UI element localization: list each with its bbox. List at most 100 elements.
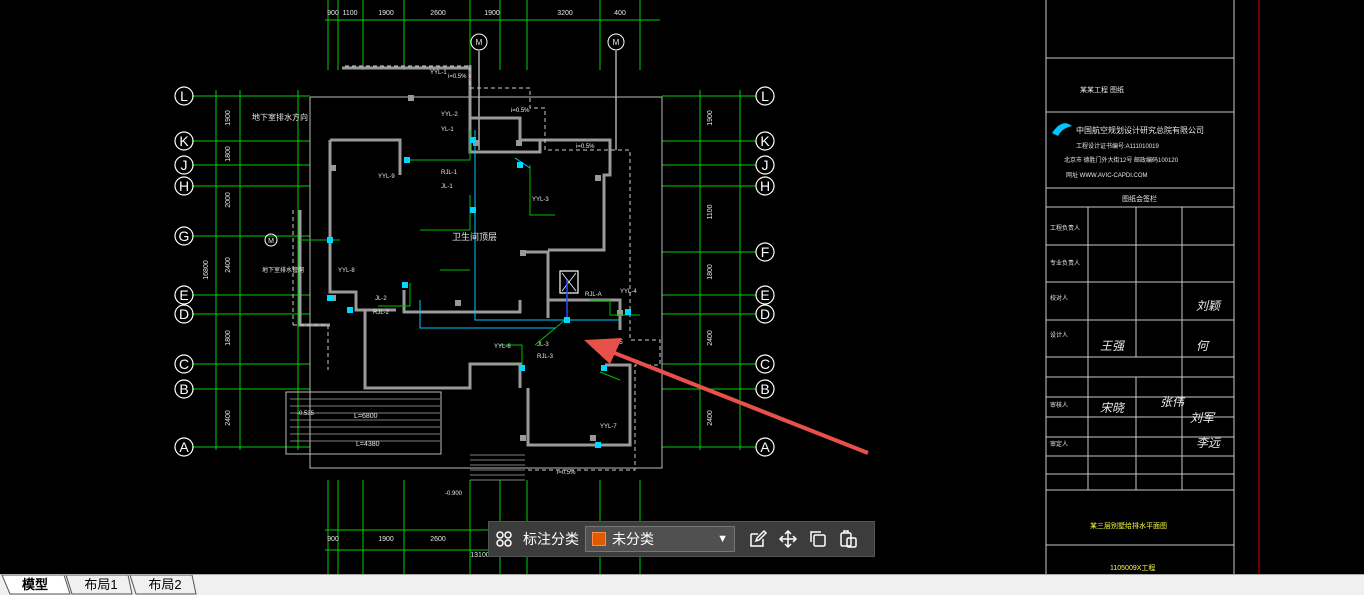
svg-text:1800: 1800 xyxy=(225,146,232,162)
svg-text:审核人: 审核人 xyxy=(1050,401,1068,409)
svg-text:卫生间顶层: 卫生间顶层 xyxy=(452,231,497,242)
svg-text:M: M xyxy=(613,38,620,47)
svg-text:YYL-9: YYL-9 xyxy=(378,174,395,180)
axis-label: F xyxy=(761,244,770,260)
axis-label: H xyxy=(179,178,189,194)
svg-text:地下室排水方向: 地下室排水方向 xyxy=(252,112,308,122)
svg-text:RJL-A: RJL-A xyxy=(585,292,602,298)
svg-text:刘颖: 刘颖 xyxy=(1196,299,1222,313)
svg-text:YYL-1: YYL-1 xyxy=(430,70,447,76)
chevron-down-icon: ▼ xyxy=(717,533,728,545)
svg-text:宋晓: 宋晓 xyxy=(1100,401,1126,415)
svg-text:2600: 2600 xyxy=(430,536,446,543)
svg-text:JL-2: JL-2 xyxy=(375,296,387,302)
annotation-arrow[interactable] xyxy=(584,338,869,455)
svg-text:YYL-2: YYL-2 xyxy=(441,112,458,118)
svg-text:图纸会签栏: 图纸会签栏 xyxy=(1122,194,1157,203)
svg-text:2400: 2400 xyxy=(225,410,232,426)
svg-text:某某工程 图纸: 某某工程 图纸 xyxy=(1080,85,1124,94)
svg-text:工程负责人: 工程负责人 xyxy=(1050,224,1080,232)
svg-text:1900: 1900 xyxy=(378,536,394,543)
svg-text:1900: 1900 xyxy=(484,10,500,17)
title-block xyxy=(1045,0,1260,574)
svg-text:YYL-3: YYL-3 xyxy=(532,197,549,203)
cad-canvas[interactable]: 某某工程 图纸中国航空规划设计研究总院有限公司 工程设计证书编号:A1110100… xyxy=(0,0,1364,574)
svg-text:JL-1: JL-1 xyxy=(441,184,453,190)
svg-text:1105009X工程: 1105009X工程 xyxy=(1110,563,1155,572)
paste-icon[interactable] xyxy=(833,524,863,554)
copy-icon[interactable] xyxy=(803,524,833,554)
svg-text:M: M xyxy=(476,38,483,47)
svg-text:-0.535: -0.535 xyxy=(297,411,315,417)
svg-text:1900: 1900 xyxy=(225,110,232,126)
axis-label: L xyxy=(761,88,769,104)
svg-text:中国航空规划设计研究总院有限公司: 中国航空规划设计研究总院有限公司 xyxy=(1076,125,1204,135)
category-select-value: 未分类 xyxy=(612,531,654,547)
axis-label: A xyxy=(760,439,770,455)
layout-tab-bar: 模型 布局1 布局2 xyxy=(0,574,1364,595)
svg-text:某三层别墅给排水平面图: 某三层别墅给排水平面图 xyxy=(1090,521,1167,530)
tab-model[interactable]: 模型 xyxy=(12,575,58,594)
svg-text:何: 何 xyxy=(1196,339,1210,353)
svg-text:YYL-6: YYL-6 xyxy=(494,344,511,350)
axis-label: K xyxy=(760,133,770,149)
axis-label: C xyxy=(760,356,770,372)
svg-text:YYL-7: YYL-7 xyxy=(600,424,617,430)
axis-label: L xyxy=(180,88,188,104)
axis-label: A xyxy=(179,439,189,455)
svg-text:1800: 1800 xyxy=(707,264,714,280)
svg-text:设计人: 设计人 xyxy=(1050,331,1068,339)
svg-text:王强: 王强 xyxy=(1100,339,1125,353)
grid-icon[interactable] xyxy=(489,524,519,554)
axis-label: D xyxy=(760,306,770,322)
svg-text:2400: 2400 xyxy=(707,410,714,426)
axis-label: E xyxy=(760,287,769,303)
svg-text:2600: 2600 xyxy=(430,10,446,17)
svg-text:YYL-4: YYL-4 xyxy=(620,289,637,295)
axis-label: D xyxy=(179,306,189,322)
svg-text:13100: 13100 xyxy=(470,552,490,559)
svg-text:2400: 2400 xyxy=(225,257,232,273)
annotation-toolbar: 标注分类 未分类 ▼ xyxy=(488,521,875,557)
toolbar-label: 标注分类 xyxy=(523,531,579,547)
axis-label: B xyxy=(760,381,769,397)
axis-label: G xyxy=(179,228,190,244)
svg-text:900: 900 xyxy=(327,536,339,543)
svg-text:1100: 1100 xyxy=(342,10,357,17)
move-icon[interactable] xyxy=(773,524,803,554)
svg-text:i=0.5%: i=0.5% xyxy=(448,74,467,80)
axis-label: J xyxy=(762,157,769,173)
axis-label: K xyxy=(179,133,189,149)
svg-text:YYL-8: YYL-8 xyxy=(338,268,355,274)
svg-text:RJL-1: RJL-1 xyxy=(441,170,458,176)
svg-text:北京市 德胜门外大街12号 邮政编码100120: 北京市 德胜门外大街12号 邮政编码100120 xyxy=(1064,156,1179,164)
svg-text:YL-1: YL-1 xyxy=(441,127,454,133)
tab-layout2[interactable]: 布局2 xyxy=(138,575,192,594)
svg-text:-0.900: -0.900 xyxy=(445,491,463,497)
category-color-swatch xyxy=(592,532,606,546)
svg-text:李远: 李远 xyxy=(1196,436,1221,450)
svg-text:L=6800: L=6800 xyxy=(354,413,378,420)
svg-text:3200: 3200 xyxy=(557,10,573,17)
axis-label: J xyxy=(181,157,188,173)
svg-text:i=0.5%: i=0.5% xyxy=(511,108,530,114)
svg-text:900: 900 xyxy=(327,10,339,17)
svg-text:工程设计证书编号:A111010019: 工程设计证书编号:A111010019 xyxy=(1076,142,1159,150)
svg-text:地下室排水管网: 地下室排水管网 xyxy=(262,266,304,274)
svg-text:专业负责人: 专业负责人 xyxy=(1050,259,1080,267)
svg-text:M: M xyxy=(268,238,274,245)
edit-icon[interactable] xyxy=(743,524,773,554)
svg-text:i=0.5%: i=0.5% xyxy=(557,470,576,476)
svg-text:16800: 16800 xyxy=(203,260,210,280)
pipe-network xyxy=(300,130,640,448)
svg-text:400: 400 xyxy=(614,10,626,17)
svg-text:i=0.5%: i=0.5% xyxy=(576,144,595,150)
svg-text:1900: 1900 xyxy=(378,10,394,17)
svg-text:刘军: 刘军 xyxy=(1190,411,1216,425)
svg-text:RJL-3: RJL-3 xyxy=(537,354,554,360)
tab-layout1[interactable]: 布局1 xyxy=(74,575,128,594)
svg-text:RJL-2: RJL-2 xyxy=(373,310,390,316)
svg-text:网址 WWW.AVIC-CAPDI.COM: 网址 WWW.AVIC-CAPDI.COM xyxy=(1066,171,1148,179)
svg-text:JL-3: JL-3 xyxy=(537,342,549,348)
category-select[interactable]: 未分类 ▼ xyxy=(585,526,735,552)
